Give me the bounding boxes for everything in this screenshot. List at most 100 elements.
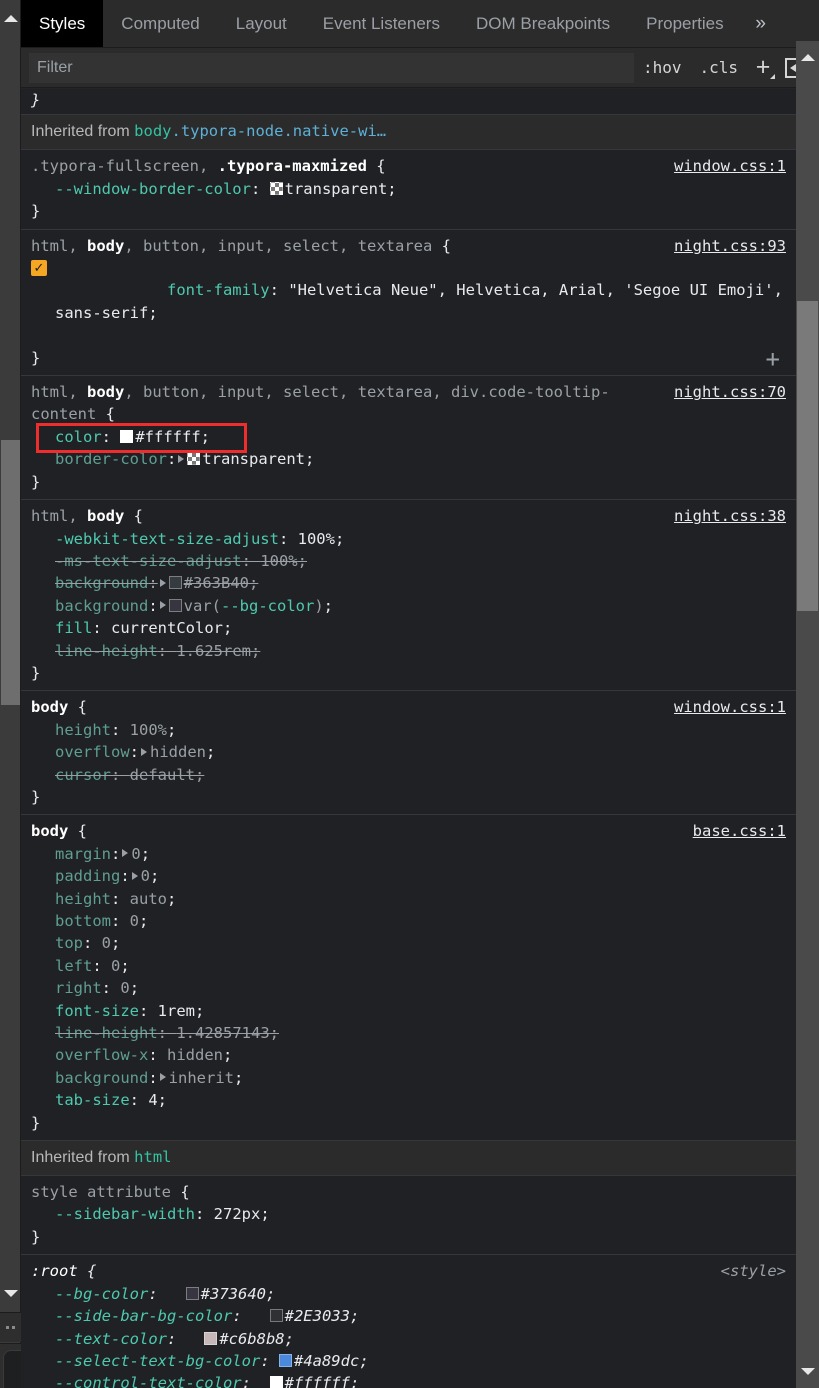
- tab-layout[interactable]: Layout: [218, 0, 305, 47]
- declaration-value[interactable]: 1.42857143: [176, 1024, 269, 1042]
- rule-root-style[interactable]: <style> :root { --bg-color: #373640; --s…: [21, 1255, 796, 1388]
- rule-base-css-1[interactable]: base.css:1 body { margin: 0; padding: 0; h…: [21, 815, 796, 1142]
- declaration-value[interactable]: 0: [131, 845, 140, 863]
- declaration-value[interactable]: #c6b8b8: [219, 1330, 284, 1348]
- declaration-line-height[interactable]: line-height: 1.625rem;: [31, 640, 786, 662]
- declaration-line-height[interactable]: line-height: 1.42857143;: [31, 1022, 786, 1044]
- declaration-background[interactable]: background: inherit;: [31, 1067, 786, 1089]
- declaration-font-size[interactable]: font-size: 1rem;: [31, 1000, 786, 1022]
- declaration-value[interactable]: 0: [120, 979, 129, 997]
- color-swatch[interactable]: [120, 429, 134, 443]
- declaration-value[interactable]: 0: [130, 912, 139, 930]
- declaration-side-bar-bg-color[interactable]: --side-bar-bg-color: #2E3033;: [31, 1305, 786, 1327]
- declaration-value[interactable]: 0: [102, 934, 111, 952]
- declaration-property[interactable]: height: [55, 890, 111, 908]
- declaration-height[interactable]: height: 100%;: [31, 719, 786, 741]
- declaration-property[interactable]: height: [55, 721, 111, 739]
- rule-selector[interactable]: html, body {: [31, 505, 786, 527]
- declaration-value[interactable]: 0: [141, 867, 150, 885]
- declaration-value[interactable]: 4: [148, 1091, 157, 1109]
- rule-partial-top[interactable]: }: [21, 89, 796, 116]
- declaration-property[interactable]: overflow: [55, 743, 130, 761]
- rule-selector[interactable]: html, body, button, input, select, texta…: [31, 235, 786, 257]
- declaration-window-border-color[interactable]: --window-border-color: transparent;: [31, 178, 786, 200]
- declaration-tab-size[interactable]: tab-size: 4;: [31, 1089, 786, 1111]
- declaration-value[interactable]: hidden: [167, 1046, 223, 1064]
- declaration-property[interactable]: --window-border-color: [55, 180, 251, 198]
- left-scrollbar-thumb[interactable]: [1, 440, 20, 705]
- declaration-height[interactable]: height: auto;: [31, 888, 786, 910]
- rule-night-css-70[interactable]: night.css:70 html, body, button, input, …: [21, 376, 796, 501]
- color-swatch[interactable]: [185, 1286, 199, 1300]
- declaration-value[interactable]: var(var(--bg-color)--bg-color): [184, 597, 324, 615]
- filter-input[interactable]: [29, 52, 634, 83]
- declaration-right[interactable]: right: 0;: [31, 977, 786, 999]
- declaration-property[interactable]: border-color: [55, 450, 167, 468]
- expand-shorthand-icon[interactable]: [159, 601, 166, 610]
- left-scrollbar-down-arrow[interactable]: [0, 1283, 21, 1303]
- declaration-bg-color[interactable]: --bg-color: #373640;: [31, 1283, 786, 1305]
- declaration-value[interactable]: #373640: [201, 1285, 266, 1303]
- rule-selector[interactable]: body {: [31, 696, 786, 718]
- color-swatch[interactable]: [269, 1309, 283, 1323]
- styles-scrollbar-down-arrow[interactable]: [796, 1361, 819, 1381]
- declaration-property[interactable]: padding: [55, 867, 120, 885]
- color-swatch[interactable]: [269, 1376, 283, 1388]
- rule-origin-style-tag[interactable]: <style>: [721, 1260, 786, 1282]
- rule-style-attribute[interactable]: style attribute { --sidebar-width: 272px…: [21, 1176, 796, 1256]
- declaration-property[interactable]: right: [55, 979, 102, 997]
- declaration-border-color[interactable]: border-color: transparent;: [31, 448, 786, 470]
- color-swatch[interactable]: [168, 576, 182, 590]
- css-rules-list[interactable]: } Inherited from body.typora-node.native…: [21, 89, 819, 1388]
- declaration-value[interactable]: inherit: [169, 1069, 234, 1087]
- declaration-value[interactable]: #ffffff: [285, 1374, 350, 1388]
- expand-shorthand-icon[interactable]: [141, 747, 147, 756]
- declaration-background-hex[interactable]: background: #363B40;: [31, 572, 786, 594]
- declaration-property[interactable]: tab-size: [55, 1091, 130, 1109]
- declaration-padding[interactable]: padding: 0;: [31, 865, 786, 887]
- declaration-property[interactable]: --select-text-bg-color: [55, 1352, 260, 1370]
- declaration-value[interactable]: 100%: [130, 721, 167, 739]
- declaration-value[interactable]: 100%: [260, 552, 297, 570]
- tabs-overflow-chevron-icon[interactable]: »: [742, 0, 780, 47]
- expand-shorthand-icon[interactable]: [122, 849, 129, 858]
- declaration-color[interactable]: color: #ffffff;: [31, 426, 786, 448]
- declaration-property[interactable]: color: [55, 428, 102, 446]
- declaration-property[interactable]: --control-text-color: [55, 1374, 242, 1388]
- declaration-cursor[interactable]: cursor: default;: [31, 764, 786, 786]
- declaration-property[interactable]: line-height: [55, 1024, 158, 1042]
- rule-selector[interactable]: body {: [31, 820, 786, 842]
- declaration-property[interactable]: background: [55, 597, 148, 615]
- declaration-property[interactable]: cursor: [55, 766, 111, 784]
- declaration-value[interactable]: #4a89dc: [294, 1352, 359, 1370]
- declaration-property[interactable]: background: [55, 574, 148, 592]
- declaration-property[interactable]: -ms-text-size-adjust: [55, 552, 242, 570]
- declaration-value[interactable]: 1.625rem: [176, 642, 251, 660]
- tab-styles[interactable]: Styles: [21, 0, 104, 47]
- declaration-font-family[interactable]: ✓ font-family: "Helvetica Neue", Helvetic…: [31, 257, 786, 347]
- declaration-property[interactable]: --side-bar-bg-color: [55, 1307, 232, 1325]
- declaration-property[interactable]: margin: [55, 845, 111, 863]
- declaration-property[interactable]: --bg-color: [55, 1285, 148, 1303]
- declaration-value[interactable]: #363B40: [184, 574, 249, 592]
- declaration-property[interactable]: top: [55, 934, 83, 952]
- styles-scrollbar-thumb[interactable]: [797, 301, 818, 611]
- rule-selector[interactable]: .typora-fullscreen, .typora-maxmized {: [31, 155, 786, 177]
- declaration-overflow-x[interactable]: overflow-x: hidden;: [31, 1044, 786, 1066]
- declaration-background-var[interactable]: background:var(var(--bg-color)--bg-color…: [31, 595, 786, 617]
- declaration-top[interactable]: top: 0;: [31, 932, 786, 954]
- rule-origin-link[interactable]: window.css:1: [674, 696, 786, 718]
- expand-shorthand-icon[interactable]: [178, 454, 185, 463]
- declaration-value[interactable]: auto: [130, 890, 167, 908]
- declaration-property[interactable]: -webkit-text-size-adjust: [55, 530, 279, 548]
- declaration-value[interactable]: "Helvetica Neue", Helvetica, Arial, 'Seg…: [55, 281, 792, 321]
- declaration-property[interactable]: fill: [55, 619, 92, 637]
- declaration-value[interactable]: transparent: [202, 450, 305, 468]
- rule-origin-link[interactable]: night.css:70: [674, 381, 786, 403]
- declaration-control-text-color[interactable]: --control-text-color: #ffffff;: [31, 1372, 786, 1388]
- new-style-rule-button[interactable]: +: [747, 54, 779, 82]
- rule-origin-link[interactable]: night.css:38: [674, 505, 786, 527]
- color-swatch[interactable]: [204, 1331, 218, 1345]
- declaration-ms-text-size-adjust[interactable]: -ms-text-size-adjust: 100%;: [31, 550, 786, 572]
- rule-origin-link[interactable]: base.css:1: [693, 820, 786, 842]
